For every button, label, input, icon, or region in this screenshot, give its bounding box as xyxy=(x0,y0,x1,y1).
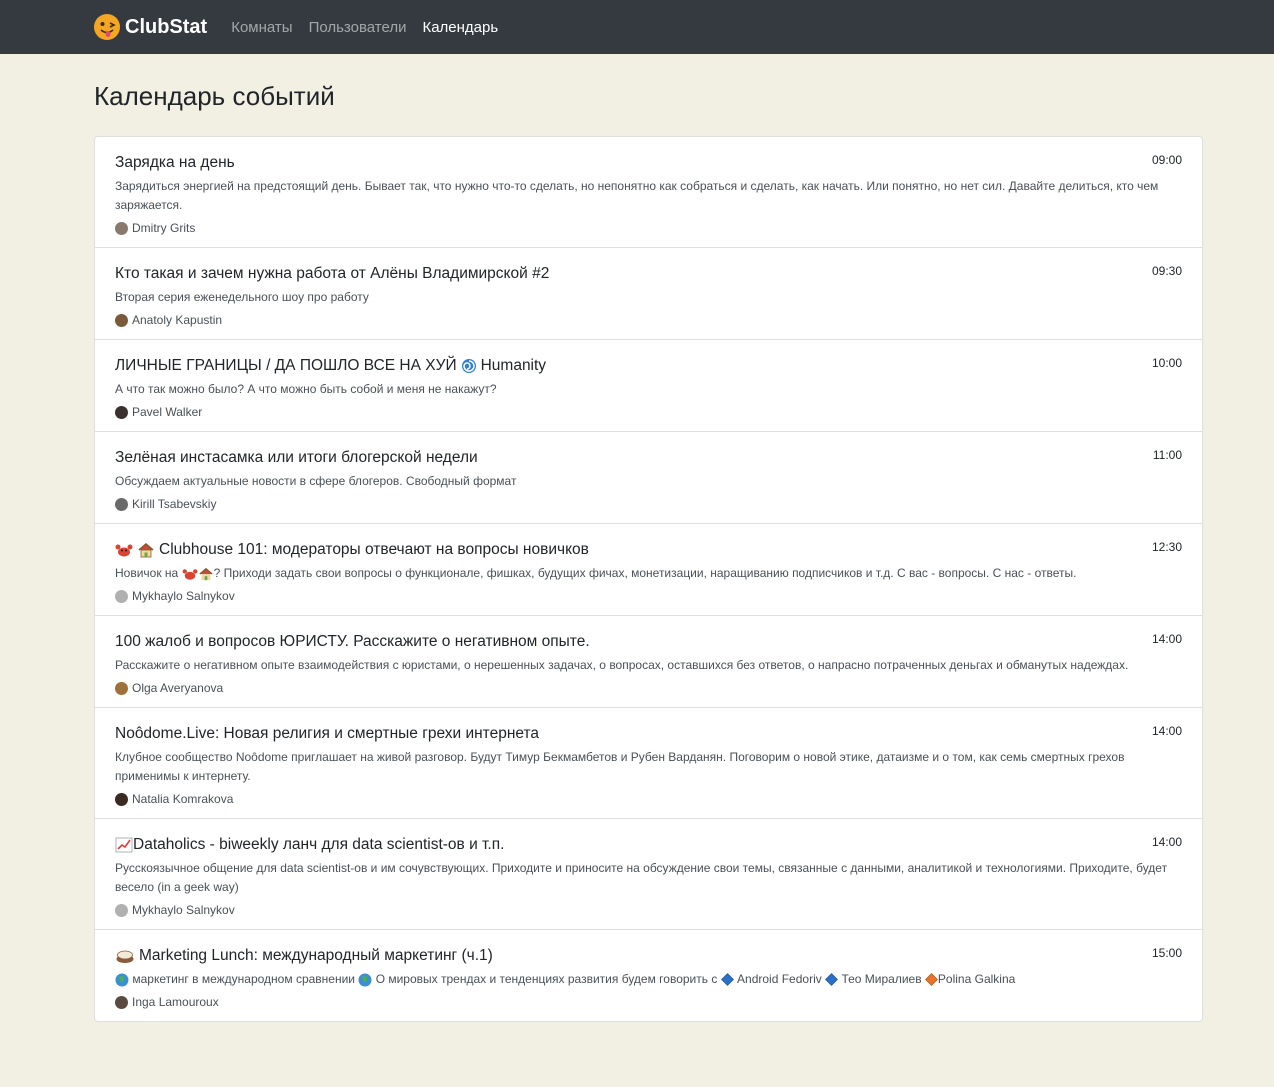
brand-name: ClubStat xyxy=(125,15,208,38)
author-name: Pavel Walker xyxy=(132,405,203,419)
event-time: 09:00 xyxy=(1151,153,1182,167)
orange-diamond-icon xyxy=(924,973,938,987)
main-content: Календарь событий Зарядка на день 09:00 … xyxy=(0,81,1274,1022)
bento-box-icon xyxy=(116,950,134,963)
author-name: Anatoly Kapustin xyxy=(132,313,223,327)
event-item[interactable]: Dataholics - biweekly ланч для data scie… xyxy=(95,819,1202,930)
blue-diamond-icon xyxy=(825,973,839,987)
globe-icon xyxy=(115,973,129,987)
author-name: Mykhaylo Salnykov xyxy=(132,589,235,603)
avatar xyxy=(115,313,128,327)
event-title: Clubhouse 101: модераторы отвечают на во… xyxy=(115,541,1182,559)
avatar xyxy=(115,995,128,1009)
event-time: 09:30 xyxy=(1151,264,1182,278)
author-name: Olga Averyanova xyxy=(132,681,224,695)
event-description: А что так можно было? А что можно быть с… xyxy=(115,382,497,396)
event-author[interactable]: Dmitry Grits xyxy=(115,221,1182,235)
event-description: Русскоязычное общение для data scientist… xyxy=(115,861,1168,894)
event-description: Расскажите о негативном опыте взаимодейс… xyxy=(115,658,1129,672)
house-icon xyxy=(138,542,154,558)
event-author[interactable]: Kirill Tsabevskiy xyxy=(115,497,1182,511)
nav-link-rooms[interactable]: Комнаты xyxy=(231,19,292,36)
event-description: маркетинг в международном сравнении О ми… xyxy=(115,970,1182,989)
event-description: Клубное сообщество Noôdome приглашает на… xyxy=(115,750,1125,783)
event-time: 14:00 xyxy=(1151,632,1182,646)
author-name: Dmitry Grits xyxy=(132,221,196,235)
avatar xyxy=(115,221,128,235)
globe-icon xyxy=(358,973,372,987)
event-author[interactable]: Olga Averyanova xyxy=(115,681,1182,695)
event-time: 11:00 xyxy=(1152,448,1182,462)
crab-icon xyxy=(115,544,133,557)
cyclone-icon xyxy=(461,359,476,373)
nav-link-calendar[interactable]: Календарь xyxy=(422,19,498,36)
avatar xyxy=(115,589,128,603)
event-author[interactable]: Anatoly Kapustin xyxy=(115,313,1182,327)
event-author[interactable]: Mykhaylo Salnykov xyxy=(115,589,1182,603)
event-time: 15:00 xyxy=(1151,946,1182,960)
event-item[interactable]: Noôdome.Live: Новая религия и смертные г… xyxy=(95,708,1202,819)
event-item[interactable]: 100 жалоб и вопросов ЮРИСТУ. Расскажите … xyxy=(95,616,1202,708)
event-description: Обсуждаем актуальные новости в сфере бло… xyxy=(115,474,517,488)
event-title: Кто такая и зачем нужна работа от Алёны … xyxy=(115,265,550,282)
avatar xyxy=(115,497,128,511)
event-title: Noôdome.Live: Новая религия и смертные г… xyxy=(115,725,540,742)
event-title: 100 жалоб и вопросов ЮРИСТУ. Расскажите … xyxy=(115,633,590,650)
event-item[interactable]: Marketing Lunch: международный маркетинг… xyxy=(95,930,1202,1021)
event-title: Marketing Lunch: международный маркетинг… xyxy=(115,947,1182,965)
event-time: 10:00 xyxy=(1151,356,1182,370)
avatar xyxy=(115,792,128,806)
event-title: ЛИЧНЫЕ ГРАНИЦЫ / ДА ПОШЛО ВСЕ НА ХУЙ Hum… xyxy=(115,357,547,374)
event-item[interactable]: Зелёная инстасамка или итоги блогерской … xyxy=(95,432,1202,524)
avatar xyxy=(115,903,128,917)
author-name: Inga Lamouroux xyxy=(132,995,219,1009)
avatar xyxy=(115,681,128,695)
page-title: Календарь событий xyxy=(94,81,335,111)
event-time: 14:00 xyxy=(1151,724,1182,738)
nav-link-users[interactable]: Пользователи xyxy=(309,19,407,36)
author-name: Natalia Komrakova xyxy=(132,792,234,806)
avatar xyxy=(115,405,128,419)
event-item[interactable]: Clubhouse 101: модераторы отвечают на во… xyxy=(95,524,1202,616)
event-time: 12:30 xyxy=(1151,540,1182,554)
blue-diamond-icon xyxy=(720,973,734,987)
event-item[interactable]: Кто такая и зачем нужна работа от Алёны … xyxy=(95,248,1202,340)
event-item[interactable]: Зарядка на день 09:00 Зарядиться энергие… xyxy=(95,137,1202,248)
top-navbar: ClubStat Комнаты Пользователи Календарь xyxy=(0,0,1274,54)
event-item[interactable]: ЛИЧНЫЕ ГРАНИЦЫ / ДА ПОШЛО ВСЕ НА ХУЙ Hum… xyxy=(95,340,1202,432)
brand-logo-icon xyxy=(94,14,120,40)
event-description: Зарядиться энергией на предстоящий день.… xyxy=(115,179,1159,212)
brand-link[interactable]: ClubStat xyxy=(93,13,207,41)
event-title: Зелёная инстасамка или итоги блогерской … xyxy=(115,449,478,466)
events-list: Зарядка на день 09:00 Зарядиться энергие… xyxy=(94,136,1203,1022)
event-author[interactable]: Pavel Walker xyxy=(115,405,1182,419)
event-description: Новичок на ? Приходи задать свои вопросы… xyxy=(115,566,1077,580)
event-time: 14:00 xyxy=(1151,835,1182,849)
crab-icon xyxy=(182,569,198,580)
event-author[interactable]: Inga Lamouroux xyxy=(115,995,1182,1009)
author-name: Kirill Tsabevskiy xyxy=(132,497,217,511)
author-name: Mykhaylo Salnykov xyxy=(132,903,235,917)
event-title: Dataholics - biweekly ланч для data scie… xyxy=(115,836,1182,854)
event-title: Зарядка на день xyxy=(115,154,235,171)
event-author[interactable]: Natalia Komrakova xyxy=(115,792,1182,806)
house-icon xyxy=(198,567,213,580)
event-description: Вторая серия еженедельного шоу про работ… xyxy=(115,290,369,304)
event-author[interactable]: Mykhaylo Salnykov xyxy=(115,903,1182,917)
chart-increasing-icon xyxy=(115,837,133,853)
